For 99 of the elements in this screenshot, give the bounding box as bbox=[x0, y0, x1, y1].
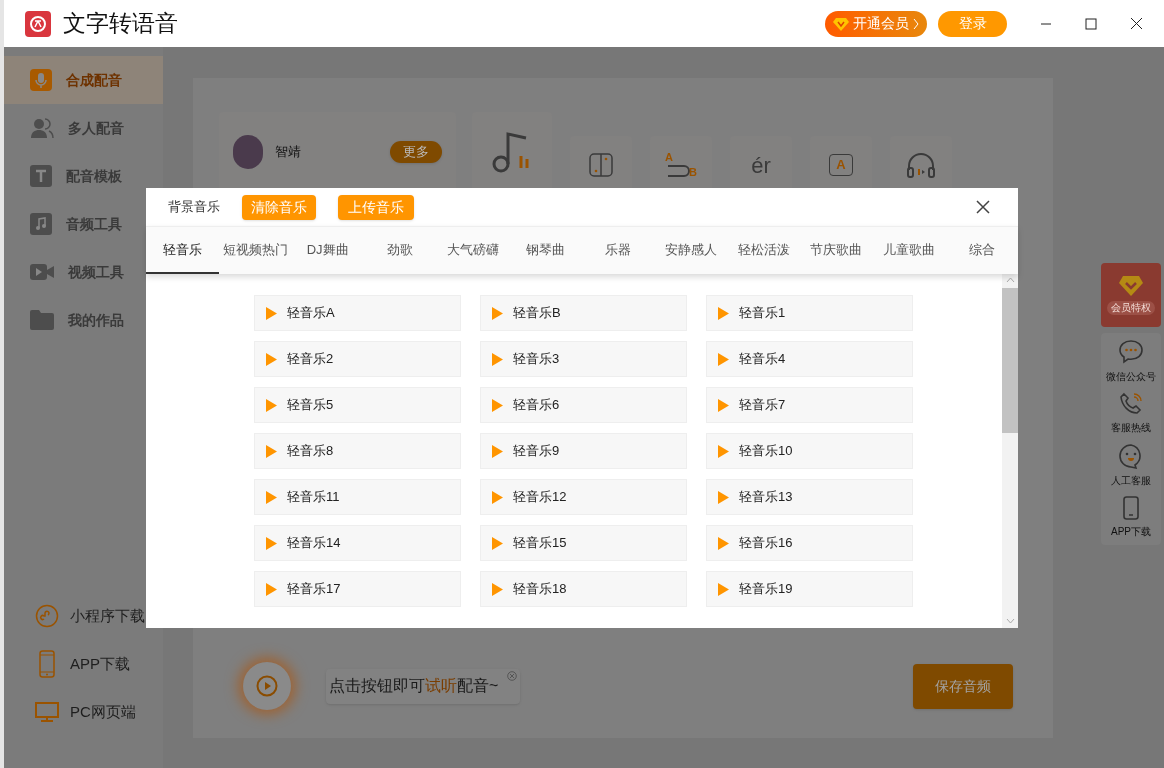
track-item[interactable]: 轻音乐17 bbox=[254, 571, 461, 607]
play-icon bbox=[266, 536, 277, 550]
play-icon bbox=[256, 675, 278, 697]
play-icon bbox=[266, 352, 277, 366]
track-item[interactable]: 轻音乐11 bbox=[254, 479, 461, 515]
phone-call-icon bbox=[1119, 392, 1143, 416]
service-item[interactable]: 人工客服 bbox=[1111, 443, 1151, 488]
track-item[interactable]: 轻音乐7 bbox=[706, 387, 913, 423]
play-icon bbox=[718, 352, 729, 366]
track-item[interactable]: 轻音乐13 bbox=[706, 479, 913, 515]
service-item[interactable]: 微信公众号 bbox=[1106, 339, 1156, 384]
diamond-icon bbox=[833, 16, 849, 31]
app-logo-icon bbox=[25, 10, 51, 37]
chat-bubble-icon bbox=[1118, 339, 1144, 365]
track-item[interactable]: 轻音乐2 bbox=[254, 341, 461, 377]
vip-badge[interactable]: 会员特权 bbox=[1101, 263, 1161, 327]
video-camera-icon bbox=[30, 263, 54, 281]
play-icon bbox=[492, 582, 503, 596]
track-item[interactable]: 轻音乐14 bbox=[254, 525, 461, 561]
category-tab[interactable]: 钢琴曲 bbox=[509, 227, 583, 274]
track-item[interactable]: 轻音乐B bbox=[480, 295, 687, 331]
track-item[interactable]: 轻音乐12 bbox=[480, 479, 687, 515]
category-tab[interactable]: 大气磅礴 bbox=[436, 227, 510, 274]
chevron-down-icon[interactable] bbox=[1005, 618, 1015, 624]
hint-text: 点击按钮即可试听配音~ bbox=[329, 676, 499, 696]
maximize-icon[interactable] bbox=[1085, 17, 1097, 30]
voice-name: 智靖 bbox=[275, 143, 302, 162]
chevron-right-icon bbox=[913, 17, 919, 30]
play-icon bbox=[492, 490, 503, 504]
split-panel-icon bbox=[589, 153, 613, 177]
category-tab[interactable]: 轻音乐 bbox=[146, 227, 219, 274]
avatar-icon bbox=[233, 135, 263, 169]
smiley-chat-icon bbox=[1118, 443, 1144, 469]
folder-icon bbox=[30, 310, 54, 330]
track-item[interactable]: 轻音乐19 bbox=[706, 571, 913, 607]
microphone-icon bbox=[30, 69, 52, 91]
track-item[interactable]: 轻音乐8 bbox=[254, 433, 461, 469]
track-item[interactable]: 轻音乐4 bbox=[706, 341, 913, 377]
play-icon bbox=[266, 490, 277, 504]
er-glyph-icon: ér bbox=[751, 148, 771, 182]
scrollbar-thumb[interactable] bbox=[1002, 288, 1018, 433]
scrollbar[interactable] bbox=[1002, 274, 1018, 628]
track-item[interactable]: 轻音乐6 bbox=[480, 387, 687, 423]
service-item[interactable]: APP下载 bbox=[1111, 496, 1151, 539]
play-icon bbox=[718, 398, 729, 412]
more-button[interactable]: 更多 bbox=[390, 141, 442, 163]
letter-t-icon bbox=[30, 165, 52, 187]
close-icon[interactable] bbox=[1130, 17, 1143, 30]
category-tab[interactable]: 综合 bbox=[945, 227, 1019, 274]
close-icon[interactable] bbox=[976, 200, 990, 214]
vip-badge-label: 会员特权 bbox=[1107, 301, 1155, 315]
category-tab[interactable]: 节庆歌曲 bbox=[800, 227, 873, 274]
play-icon bbox=[492, 536, 503, 550]
track-item[interactable]: 轻音乐3 bbox=[480, 341, 687, 377]
category-tab[interactable]: 儿童歌曲 bbox=[872, 227, 946, 274]
play-icon bbox=[718, 582, 729, 596]
play-icon bbox=[266, 582, 277, 596]
category-tab[interactable]: 劲歌 bbox=[364, 227, 437, 274]
track-item[interactable]: 轻音乐5 bbox=[254, 387, 461, 423]
sidebar-link[interactable]: PC网页端 bbox=[34, 696, 163, 728]
service-item[interactable]: 客服热线 bbox=[1111, 392, 1151, 435]
play-icon bbox=[718, 490, 729, 504]
play-icon bbox=[492, 352, 503, 366]
track-item[interactable]: 轻音乐1 bbox=[706, 295, 913, 331]
track-item[interactable]: 轻音乐10 bbox=[706, 433, 913, 469]
sidebar-link[interactable]: 小程序下载 bbox=[34, 600, 163, 632]
category-tab[interactable]: 轻松活泼 bbox=[727, 227, 801, 274]
window-title: 文字转语音 bbox=[63, 9, 178, 39]
track-item[interactable]: 轻音乐16 bbox=[706, 525, 913, 561]
track-item[interactable]: 轻音乐A bbox=[254, 295, 461, 331]
music-note-icon bbox=[30, 213, 52, 235]
play-button[interactable] bbox=[243, 662, 291, 710]
headphones-icon bbox=[906, 152, 936, 178]
category-tab[interactable]: 短视频热门 bbox=[218, 227, 292, 274]
people-icon bbox=[30, 117, 54, 139]
category-tab[interactable]: 乐器 bbox=[582, 227, 655, 274]
smartphone-icon bbox=[1123, 496, 1139, 520]
dialog-title: 背景音乐 bbox=[168, 198, 220, 217]
play-icon bbox=[266, 398, 277, 412]
play-icon bbox=[266, 306, 277, 320]
diamond-icon bbox=[1118, 275, 1144, 297]
category-tab[interactable]: DJ舞曲 bbox=[291, 227, 364, 274]
play-icon bbox=[492, 306, 503, 320]
play-icon bbox=[718, 306, 729, 320]
monitor-icon bbox=[35, 702, 59, 722]
letter-box-icon: A bbox=[829, 154, 853, 176]
mini-program-icon bbox=[35, 604, 59, 628]
play-icon bbox=[718, 536, 729, 550]
smartphone-icon bbox=[39, 650, 55, 678]
play-icon bbox=[718, 444, 729, 458]
chevron-up-icon[interactable] bbox=[1005, 277, 1015, 283]
track-item[interactable]: 轻音乐15 bbox=[480, 525, 687, 561]
track-item[interactable]: 轻音乐18 bbox=[480, 571, 687, 607]
track-item[interactable]: 轻音乐9 bbox=[480, 433, 687, 469]
play-icon bbox=[492, 444, 503, 458]
category-tab[interactable]: 安静感人 bbox=[654, 227, 728, 274]
play-icon bbox=[266, 444, 277, 458]
play-icon bbox=[492, 398, 503, 412]
sidebar-link[interactable]: APP下载 bbox=[34, 648, 163, 680]
